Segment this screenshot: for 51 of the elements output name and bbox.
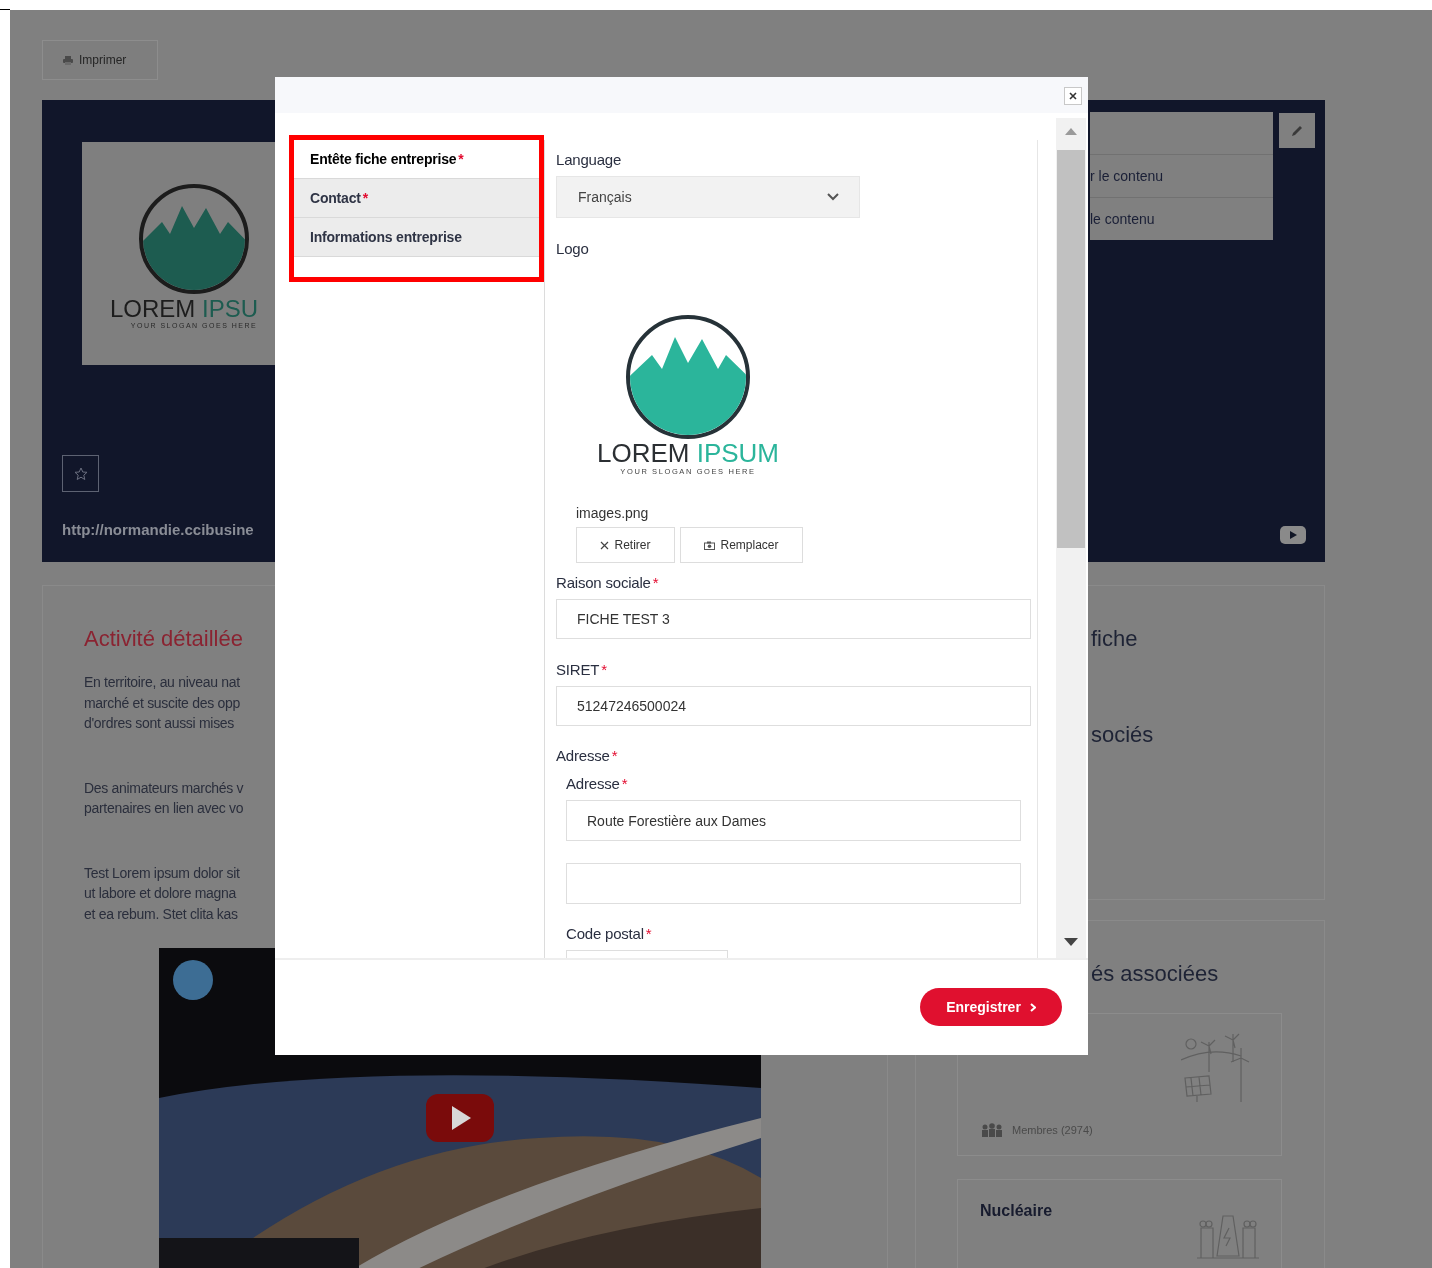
paragraph: En territoire, au niveau nat marché et suscite des opp d'ordres sont aussi mises (84, 673, 240, 733)
field-label: Language (556, 150, 623, 170)
section-title: sociés (1091, 722, 1155, 748)
menu-item[interactable]: r le contenu (1090, 155, 1273, 198)
mountain-emblem-icon (139, 184, 249, 294)
save-button[interactable]: Enregistrer (920, 988, 1062, 1026)
section-title: Activité détaillée (84, 626, 244, 652)
pencil-icon (1290, 123, 1304, 138)
scrollbar[interactable] (1056, 118, 1086, 958)
camera-icon (704, 540, 716, 550)
logo-text: LOREM IPSUM (597, 438, 779, 468)
field-label: Logo (556, 239, 590, 259)
scroll-down-icon[interactable] (1064, 938, 1078, 946)
text-field[interactable]: FICHE TEST 3 (556, 599, 1031, 639)
scroll-up-icon[interactable] (1065, 128, 1077, 135)
people-icon (980, 1123, 1004, 1137)
address-line-field[interactable] (566, 863, 1021, 904)
chevron-down-icon (827, 193, 839, 201)
postal-code-field[interactable] (566, 950, 728, 958)
text-field[interactable]: 51247246500024 (556, 686, 1031, 726)
section-title: fiche (1091, 626, 1139, 652)
edit-button[interactable] (1279, 113, 1315, 148)
form-tab[interactable]: Informations entreprise (294, 218, 539, 257)
field-label: Adresse* (566, 774, 629, 794)
sector-name: Nucléaire (980, 1202, 1053, 1220)
print-button[interactable]: Imprimer (42, 40, 158, 80)
language-select[interactable]: Français (556, 176, 860, 218)
close-icon (1069, 92, 1077, 100)
paragraph: Test Lorem ipsum dolor sit ut labore et dolore magna et ea rebum. Stet clita kas (84, 863, 240, 924)
address-field[interactable]: Route Forestière aux Dames (566, 800, 1021, 841)
paragraph: Des animateurs marchés v partenaires en lien avec vo (84, 778, 244, 818)
file-name: images.png (576, 505, 650, 521)
section-title: és associées (1091, 961, 1220, 987)
field-label: SIRET* (556, 660, 608, 680)
close-button[interactable] (1064, 87, 1082, 105)
replace-button[interactable]: Remplacer (680, 527, 803, 563)
chevron-right-icon (1029, 1002, 1036, 1012)
printer-icon (63, 55, 73, 65)
field-label: Adresse* (556, 746, 619, 766)
star-icon (73, 466, 88, 481)
video-play-icon (1280, 526, 1306, 544)
website-link[interactable]: http://normandie.ccibusine (62, 521, 254, 538)
logo-text: LOREM IPSU (110, 295, 259, 322)
close-icon (600, 540, 610, 550)
menu-item[interactable]: le contenu (1090, 198, 1273, 240)
field-label: Code postal* (566, 924, 653, 944)
sector-card[interactable]: Nucléaire (957, 1179, 1282, 1268)
remove-button[interactable]: Retirer (576, 527, 675, 563)
field-label: Raison sociale* (556, 573, 660, 593)
favorite-button[interactable] (62, 455, 99, 492)
form-tab[interactable]: Contact* (294, 179, 539, 218)
